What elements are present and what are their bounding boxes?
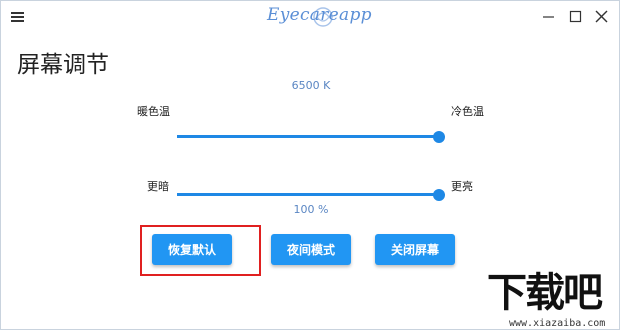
slider-thumb[interactable] [433,131,445,143]
cool-temperature-label: 冷色温 [451,105,484,118]
warm-temperature-label: 暖色温 [137,105,170,118]
brightness-slider[interactable] [177,188,445,202]
screen-off-button[interactable]: 关闭屏幕 [375,234,455,265]
page-title: 屏幕调节 [17,52,109,78]
watermark: 下载吧 www.xiazaiba.com [487,271,620,331]
color-temperature-value: 6500 K [291,79,331,92]
minimize-icon[interactable] [539,7,559,27]
app-window: Eyecareapp 屏幕调节 6500 K 暖色温 冷色温 更暗 更亮 100… [0,0,620,330]
slider-fill [177,193,439,196]
watermark-logo: 下载吧 [487,270,603,316]
night-mode-button[interactable]: 夜间模式 [271,234,351,265]
slider-fill [177,135,439,138]
color-temperature-slider[interactable] [177,130,445,144]
red-highlight-box [140,225,261,276]
maximize-icon[interactable] [566,7,586,27]
title-bar: Eyecareapp [1,1,619,33]
app-logo: Eyecareapp [259,3,372,31]
watermark-url: www.xiazaiba.com [509,318,606,329]
darker-label: 更暗 [147,180,169,193]
hamburger-menu-icon[interactable] [11,11,25,23]
brighter-label: 更亮 [451,180,473,193]
logo-text: Eyecareapp [267,5,372,25]
close-icon[interactable] [592,7,612,27]
slider-thumb[interactable] [433,189,445,201]
brightness-value: 100 % [293,203,329,216]
